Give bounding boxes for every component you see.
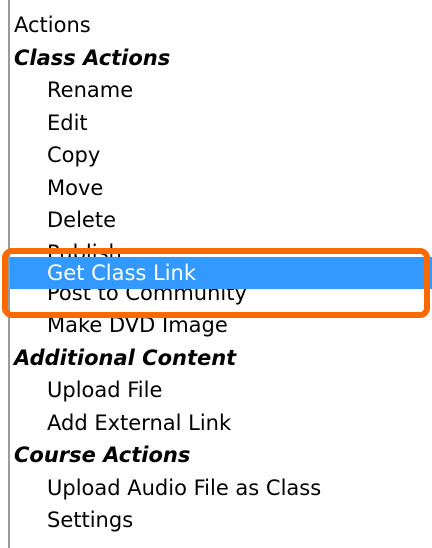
group-course-actions: Course Actions [14, 443, 191, 467]
option-rename[interactable]: Rename [10, 74, 432, 107]
option-upload-file[interactable]: Upload File [10, 374, 432, 407]
option-delete[interactable]: Delete [10, 204, 432, 237]
actions-header: Actions [14, 13, 91, 37]
option-post-to-community[interactable]: Post to Community [10, 289, 432, 309]
option-copy[interactable]: Copy [10, 139, 432, 172]
option-get-class-link[interactable]: Get Class Link [10, 256, 432, 289]
option-upload-audio-file-as-class[interactable]: Upload Audio File as Class [10, 472, 432, 505]
option-edit[interactable]: Edit [10, 107, 432, 140]
actions-listbox[interactable]: Actions Class Actions Rename Edit Copy M… [8, 0, 432, 548]
option-publish[interactable]: Publish [10, 237, 432, 257]
group-additional-content: Additional Content [14, 345, 237, 370]
group-class-actions: Class Actions [14, 45, 171, 70]
option-make-dvd-image[interactable]: Make DVD Image [10, 309, 432, 342]
option-move[interactable]: Move [10, 172, 432, 205]
actions-list: Actions Class Actions Rename Edit Copy M… [10, 9, 432, 537]
option-settings[interactable]: Settings [10, 504, 432, 537]
option-add-external-link[interactable]: Add External Link [10, 407, 432, 440]
option-post-to-community-label: Post to Community [47, 289, 247, 305]
